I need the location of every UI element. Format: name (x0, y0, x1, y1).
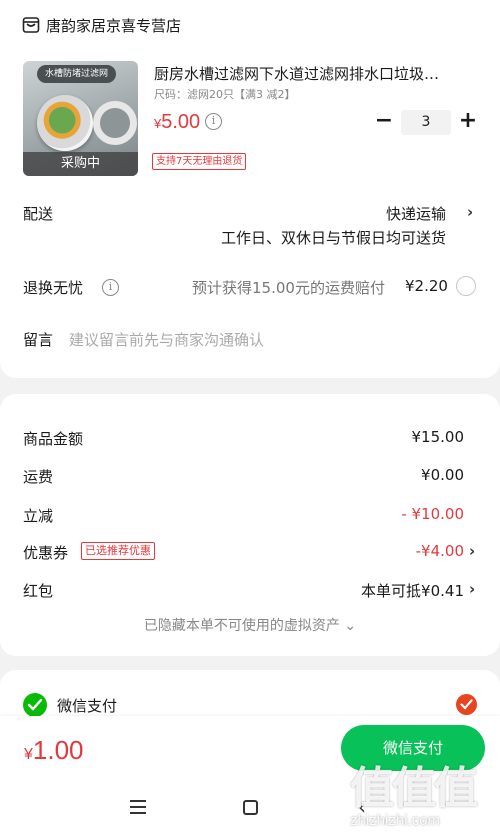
drain-graphic (93, 101, 137, 145)
delivery-note: 工作日、双休日与节假日均可送货 (220, 229, 446, 247)
total-currency: ¥ (24, 746, 33, 763)
quantity-minus-button[interactable]: − (374, 110, 394, 133)
returns-price: ¥2.20 (405, 277, 448, 295)
price-info-icon[interactable]: i (205, 113, 222, 130)
store-icon (22, 17, 40, 33)
product-title[interactable]: 厨房水槽过滤网下水道过滤网排水口垃圾… (154, 63, 474, 84)
returns-info-icon[interactable]: i (102, 279, 119, 296)
total-value: 1.00 (32, 735, 84, 765)
returns-desc: 预计获得15.00元的运费赔付 (192, 279, 385, 297)
shipping-value: ¥0.00 (421, 466, 464, 484)
coupon-value[interactable]: -¥4.00 (416, 542, 464, 560)
quantity-input[interactable]: 3 (401, 110, 451, 135)
redpacket-chevron-icon[interactable]: › (469, 580, 475, 598)
order-item-card (0, 0, 500, 378)
delivery-method[interactable]: 快递运输 (386, 203, 446, 224)
product-image-overlay: 采购中 (23, 152, 138, 176)
product-image[interactable]: 水槽防堵过滤网 采购中 (23, 61, 138, 176)
product-image-tag: 水槽防堵过滤网 (37, 65, 117, 83)
watermark-url: zhizhizhi.com (350, 812, 441, 829)
strainer-graphic (37, 95, 93, 151)
wechat-pay-icon (23, 693, 47, 717)
goods-amount-value: ¥15.00 (411, 428, 465, 446)
message-label: 留言 (23, 331, 54, 349)
payment-method-label[interactable]: 微信支付 (57, 695, 117, 716)
payment-selected-check-icon[interactable] (456, 694, 477, 715)
product-spec[interactable]: 尺码：滤网20只【满3 减2】 (154, 86, 296, 102)
message-input[interactable]: 建议留言前先与商家沟通确认 (69, 329, 264, 350)
return-policy-tag: 支持7天无理由退货 (152, 153, 247, 170)
returns-label: 退换无忧 (23, 279, 84, 297)
order-total: ¥1.00 (24, 735, 84, 766)
product-price: ¥5.00 (154, 111, 200, 134)
returns-radio[interactable] (456, 276, 476, 296)
menu-icon[interactable] (130, 800, 146, 814)
price-value: 5.00 (161, 111, 201, 133)
discount-label: 立减 (23, 507, 54, 525)
watermark-logo: 值值值 (350, 763, 478, 814)
redpacket-label: 红包 (23, 582, 54, 600)
delivery-chevron-icon[interactable]: › (467, 203, 473, 221)
store-name[interactable]: 唐韵家居京喜专营店 (46, 15, 181, 36)
goods-amount-label: 商品金额 (23, 430, 84, 448)
home-icon[interactable] (243, 800, 258, 815)
hidden-assets-toggle[interactable]: 已隐藏本单不可使用的虚拟资产 ⌄ (0, 615, 500, 635)
discount-value: - ¥10.00 (401, 505, 464, 523)
redpacket-value[interactable]: 本单可抵¥0.41 (361, 580, 464, 601)
store-header[interactable]: 唐韵家居京喜专营店 (22, 12, 181, 38)
coupon-tag: 已选推荐优惠 (81, 542, 155, 560)
quantity-plus-button[interactable]: + (458, 110, 478, 134)
shipping-label: 运费 (23, 468, 54, 486)
coupon-chevron-icon[interactable]: › (469, 542, 475, 560)
coupon-label: 优惠券 (23, 544, 69, 562)
delivery-label: 配送 (23, 205, 54, 223)
